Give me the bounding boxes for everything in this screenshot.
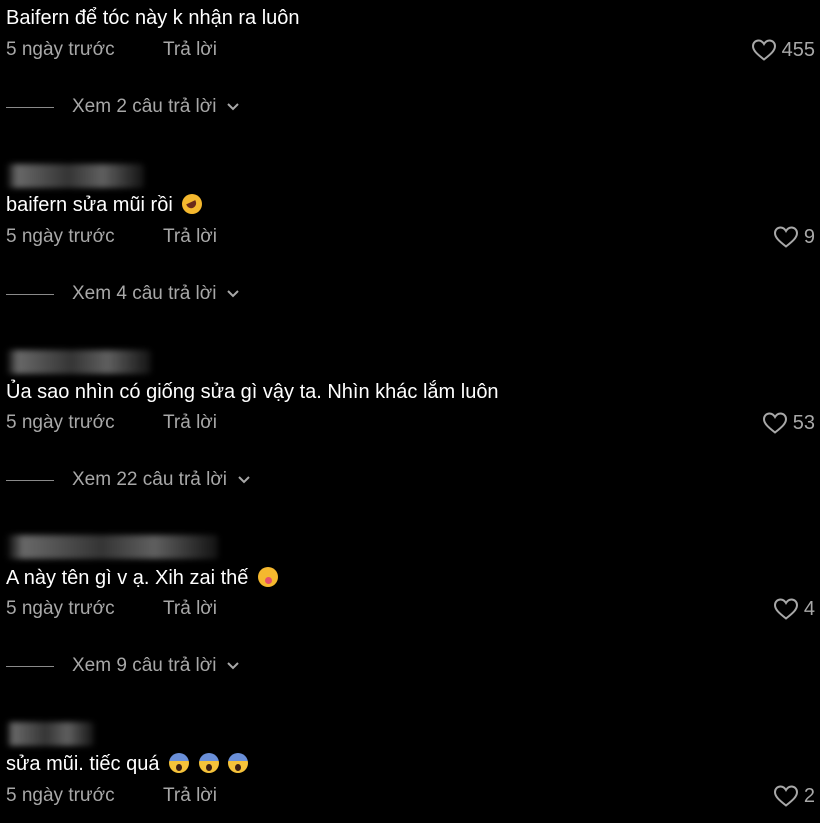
reply-button[interactable]: Trả lời — [163, 37, 217, 63]
comment-text: Baifern để tóc này k nhận ra luôn — [6, 7, 300, 29]
comment-time: 5 ngày trước — [6, 39, 115, 60]
username-blurred[interactable] — [6, 350, 151, 374]
divider-line — [6, 106, 54, 108]
comment-meta: 5 ngày trước Trả lời — [6, 596, 217, 622]
chevron-down-icon — [227, 290, 240, 298]
reply-button[interactable]: Trả lời — [163, 783, 217, 809]
like-button[interactable]: 4 — [773, 596, 815, 622]
divider-line — [6, 479, 54, 481]
view-replies-button[interactable]: Xem 22 câu trả lời — [6, 467, 251, 493]
heart-outline-icon — [773, 598, 798, 620]
heart-outline-icon — [762, 412, 787, 434]
comment-time: 5 ngày trước — [6, 598, 115, 619]
rolling-laughing-emoji — [182, 194, 203, 214]
chevron-down-icon — [227, 103, 240, 111]
view-replies-button[interactable]: Xem 2 câu trả lời — [6, 94, 240, 120]
view-replies-label: Xem 9 câu trả lời — [72, 655, 217, 676]
chevron-down-icon — [238, 476, 250, 484]
like-count: 9 — [803, 226, 815, 248]
screaming-face-emoji — [198, 753, 219, 773]
comment-text: baifern sửa mũi rồi — [6, 192, 203, 218]
comment-meta: 5 ngày trước Trả lời — [6, 37, 217, 63]
like-button[interactable]: 2 — [773, 783, 815, 809]
comment-meta: 5 ngày trước Trả lời — [6, 224, 217, 250]
heart-outline-icon — [773, 785, 798, 807]
view-replies-label: Xem 2 câu trả lời — [72, 96, 217, 117]
heart-outline-icon — [773, 226, 798, 248]
like-button[interactable]: 455 — [751, 37, 815, 63]
comment-time: 5 ngày trước — [6, 785, 115, 806]
comment-text: Ủa sao nhìn có giống sửa gì vậy ta. Nhìn… — [6, 381, 499, 403]
username-blurred[interactable] — [6, 535, 218, 559]
view-replies-label: Xem 22 câu trả lời — [72, 469, 228, 490]
like-count: 2 — [803, 785, 815, 807]
comment-time: 5 ngày trước — [6, 226, 115, 247]
comment-text: sửa mũi. tiếc quá — [6, 751, 249, 777]
like-count: 53 — [792, 412, 815, 434]
screaming-face-emoji — [169, 753, 190, 773]
divider-line — [6, 293, 54, 295]
view-replies-label: Xem 4 câu trả lời — [72, 283, 217, 304]
like-button[interactable]: 53 — [762, 410, 815, 436]
screaming-face-emoji — [228, 753, 249, 773]
reply-button[interactable]: Trả lời — [163, 224, 217, 250]
view-replies-button[interactable]: Xem 9 câu trả lời — [6, 653, 240, 679]
reply-button[interactable]: Trả lời — [163, 410, 217, 436]
heart-outline-icon — [751, 39, 776, 61]
comment-meta: 5 ngày trước Trả lời — [6, 410, 217, 436]
like-button[interactable]: 9 — [773, 224, 815, 250]
chevron-down-icon — [227, 662, 240, 670]
comment-time: 5 ngày trước — [6, 412, 115, 433]
divider-line — [6, 665, 54, 667]
username-blurred[interactable] — [6, 722, 94, 746]
hushed-face-emoji — [257, 567, 278, 587]
like-count: 455 — [781, 39, 815, 61]
comment-meta: 5 ngày trước Trả lời — [6, 783, 217, 809]
comment-text: A này tên gì v ạ. Xih zai thế — [6, 565, 278, 591]
view-replies-button[interactable]: Xem 4 câu trả lời — [6, 281, 240, 307]
username-blurred[interactable] — [6, 164, 144, 188]
reply-button[interactable]: Trả lời — [163, 596, 217, 622]
like-count: 4 — [803, 598, 815, 620]
